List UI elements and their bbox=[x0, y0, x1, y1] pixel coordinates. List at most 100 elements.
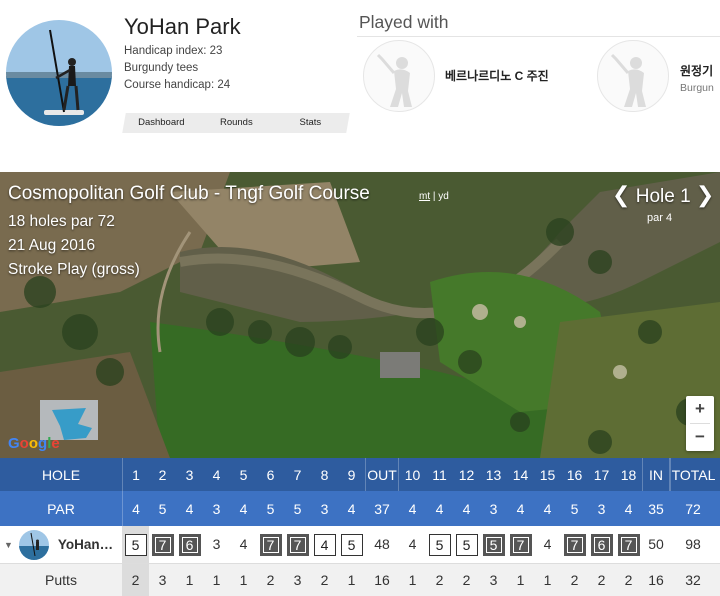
hole-number: 16 bbox=[566, 466, 583, 483]
golfer-silhouette-icon bbox=[597, 40, 669, 112]
caret-down-icon[interactable]: ▼ bbox=[4, 540, 13, 550]
hole-score: 5 bbox=[453, 526, 480, 563]
hole-par-value-total: 72 bbox=[685, 500, 701, 517]
hole-par-value: 3 bbox=[597, 500, 606, 517]
score-value: 5 bbox=[340, 533, 363, 556]
par-header-label: PAR bbox=[47, 500, 75, 517]
hole-number-total: TOTAL bbox=[670, 458, 716, 491]
hole-score: 5 bbox=[338, 526, 365, 563]
player-avatar[interactable] bbox=[6, 20, 112, 126]
hole-par-value: 4 bbox=[624, 500, 633, 517]
zoom-in-button[interactable]: + bbox=[686, 396, 714, 423]
round-format: Stroke Play (gross) bbox=[8, 261, 140, 278]
hole-par-value: 5 bbox=[293, 500, 302, 517]
hole-score: 7 bbox=[507, 526, 534, 563]
hole-par-value: 4 bbox=[408, 500, 417, 517]
score-value: 5 bbox=[455, 533, 478, 556]
hole-par: par 4 bbox=[647, 212, 673, 224]
hole-score: 7 bbox=[257, 526, 284, 563]
score-value: 6 bbox=[178, 533, 201, 556]
course-holes-par: 18 holes par 72 bbox=[8, 213, 115, 230]
hole-par-value: 3 bbox=[212, 500, 221, 517]
partner-card[interactable]: 베르나르디노 C 주진 bbox=[357, 40, 597, 114]
hole-putts: 2 bbox=[320, 572, 329, 588]
player-row-label[interactable]: ▼ YoHan… bbox=[0, 526, 122, 563]
tab-dashboard[interactable]: Dashboard bbox=[124, 113, 199, 133]
score-value: 4 bbox=[239, 535, 248, 552]
played-with-panel: Played with 베르나르디노 C 주진 원정기 Burgun bbox=[357, 0, 720, 170]
hole-putts: 2 bbox=[597, 572, 606, 588]
played-with-title: Played with bbox=[359, 12, 449, 32]
partner-tees: Burgun bbox=[680, 82, 714, 94]
tab-rounds[interactable]: Rounds bbox=[199, 113, 274, 133]
hole-label: Hole 1 bbox=[635, 186, 691, 207]
hole-par-value-in: 35 bbox=[648, 500, 664, 517]
profile-tabs: Dashboard Rounds Stats bbox=[122, 113, 350, 133]
score-value: 7 bbox=[286, 533, 309, 556]
hole-putts: 1 bbox=[408, 572, 417, 588]
hole-par-value-out: 37 bbox=[374, 500, 390, 517]
score-value: 4 bbox=[408, 535, 417, 552]
chevron-left-icon[interactable]: ❮ bbox=[612, 182, 630, 207]
hole-number: 2 bbox=[158, 466, 167, 483]
hole-score: 5 bbox=[480, 526, 507, 563]
hole-putts: 2 bbox=[462, 572, 471, 588]
hole-score: 4 bbox=[311, 526, 338, 563]
hole-navigator: ❮ Hole 1 ❯ bbox=[612, 182, 714, 208]
hole-putts-out: 16 bbox=[374, 572, 390, 588]
hole-number-in: IN bbox=[642, 458, 670, 491]
hole-par-value: 4 bbox=[462, 500, 471, 517]
player-name: YoHan Park bbox=[124, 14, 241, 39]
score-value: 7 bbox=[259, 533, 282, 556]
unit-meters[interactable]: mt bbox=[419, 191, 430, 202]
handicap-index: Handicap index: 23 bbox=[124, 45, 223, 57]
hole-par-value: 4 bbox=[543, 500, 552, 517]
zoom-out-button[interactable]: − bbox=[686, 424, 714, 451]
hole-score: 7 bbox=[615, 526, 642, 563]
zoom-control: + − bbox=[686, 396, 714, 451]
hole-number: 8 bbox=[320, 466, 329, 483]
score-value: 50 bbox=[648, 535, 664, 552]
player-meta: Handicap index: 23 Burgundy tees Course … bbox=[124, 43, 230, 94]
hole-number: 7 bbox=[293, 466, 302, 483]
score-value: 4 bbox=[543, 535, 552, 552]
hole-header-label: HOLE bbox=[41, 466, 81, 483]
hole-putts: 2 bbox=[435, 572, 444, 588]
tab-stats[interactable]: Stats bbox=[273, 113, 348, 133]
course-title: Cosmopolitan Golf Club - Tngf Golf Cours… bbox=[8, 183, 370, 204]
divider bbox=[357, 36, 720, 37]
unit-toggle[interactable]: mt | yd bbox=[419, 191, 449, 202]
hole-putts: 3 bbox=[158, 572, 167, 588]
partner-name: 베르나르디노 C 주진 bbox=[445, 69, 549, 83]
round-date: 21 Aug 2016 bbox=[8, 237, 96, 254]
hole-putts: 1 bbox=[212, 572, 221, 588]
partner-card[interactable]: 원정기 Burgun bbox=[591, 40, 720, 114]
course-map[interactable]: Cosmopolitan Golf Club - Tngf Golf Cours… bbox=[0, 172, 720, 458]
score-value: 7 bbox=[509, 533, 532, 556]
hole-number-out: OUT bbox=[365, 458, 399, 491]
hole-score-in: 50 bbox=[642, 526, 670, 563]
hole-number: 4 bbox=[212, 466, 221, 483]
hole-par-value: 5 bbox=[158, 500, 167, 517]
unit-yards[interactable]: yd bbox=[438, 191, 449, 202]
chevron-right-icon[interactable]: ❯ bbox=[696, 182, 714, 207]
hole-score: 7 bbox=[149, 526, 176, 563]
hole-putts: 3 bbox=[489, 572, 498, 588]
hole-putts-total: 32 bbox=[685, 572, 701, 588]
hole-putts: 1 bbox=[516, 572, 525, 588]
hole-number: 1 bbox=[122, 458, 149, 491]
hole-putts: 1 bbox=[347, 572, 356, 588]
hole-number: 15 bbox=[539, 466, 556, 483]
hole-putts: 2 bbox=[570, 572, 579, 588]
hole-number: 18 bbox=[620, 466, 637, 483]
hole-par-value: 4 bbox=[516, 500, 525, 517]
player-avatar-small bbox=[18, 529, 49, 560]
scorecard-player-row[interactable]: ▼ YoHan… 5 7 6 3 4 7 7 4 5 48 4 5 5 5 7 4 7 6 7 50 98 bbox=[0, 526, 720, 564]
hole-par-value: 5 bbox=[570, 500, 579, 517]
hole-number: 14 bbox=[512, 466, 529, 483]
score-value: 3 bbox=[212, 535, 221, 552]
player-short-name: YoHan… bbox=[57, 537, 114, 552]
hole-number: 6 bbox=[266, 466, 275, 483]
score-value: 7 bbox=[563, 533, 586, 556]
hole-putts: 2 bbox=[122, 564, 149, 596]
